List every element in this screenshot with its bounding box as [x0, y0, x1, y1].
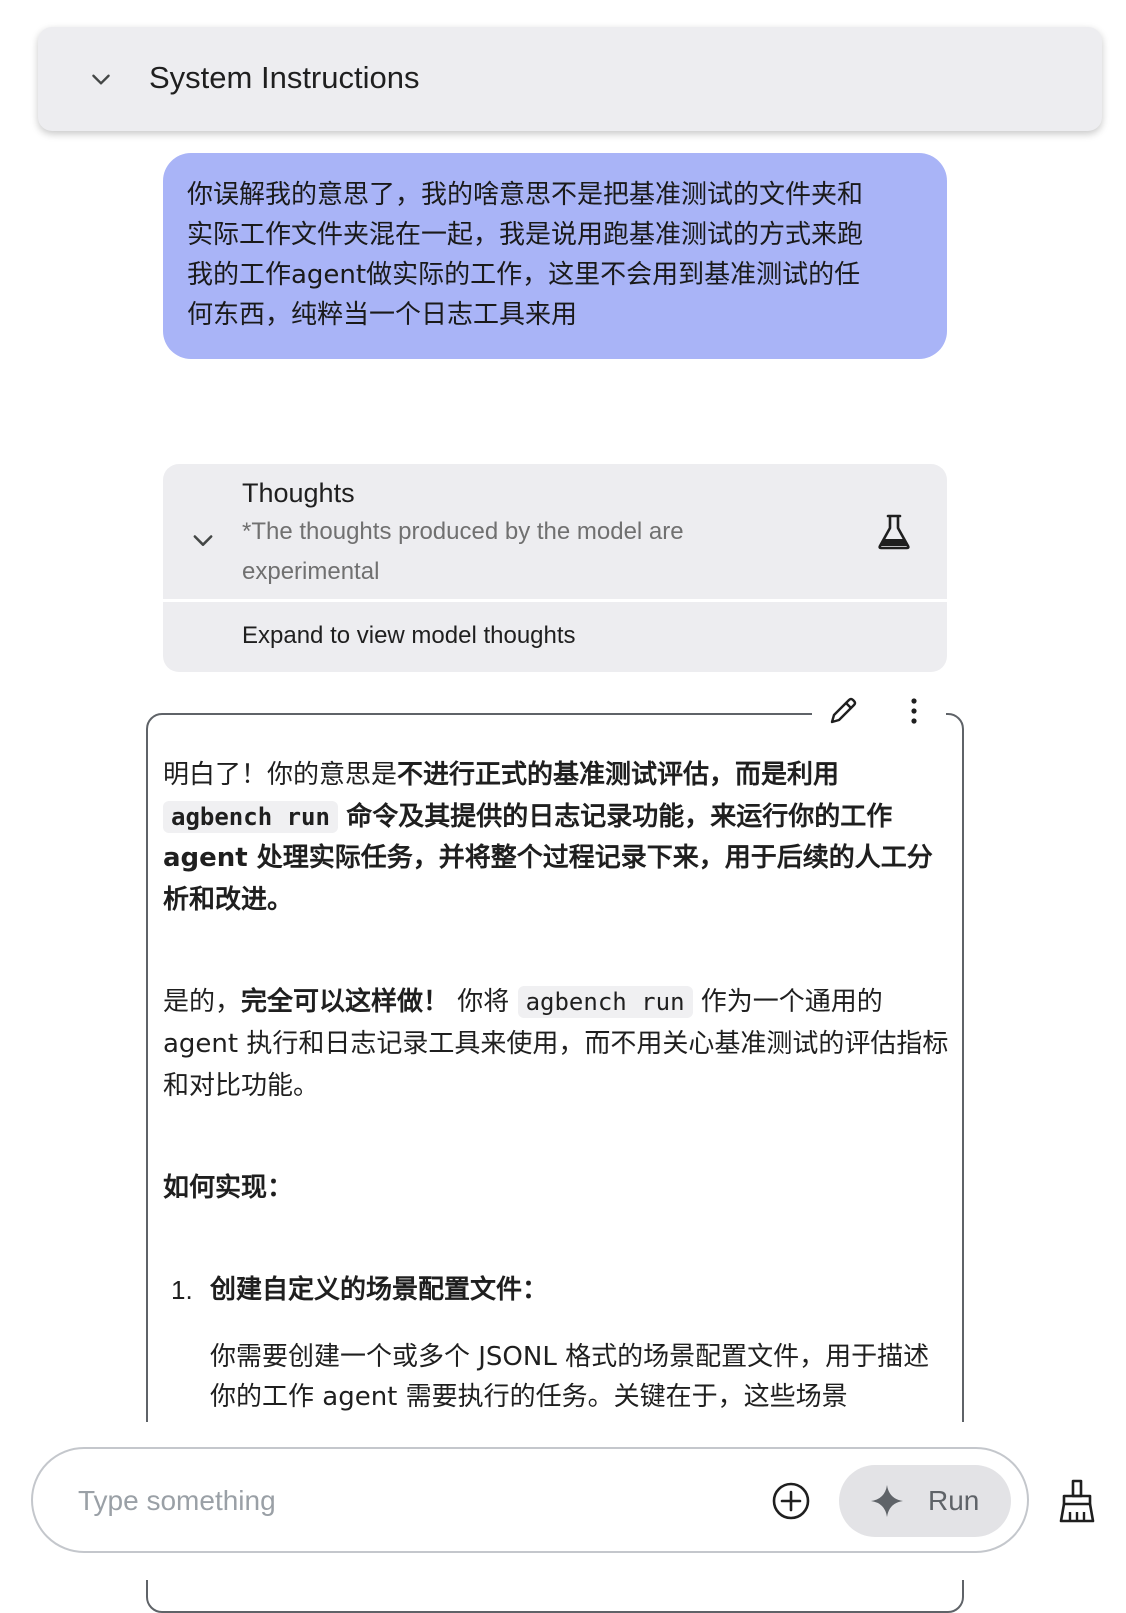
- thoughts-panel: Thoughts *The thoughts produced by the m…: [163, 464, 947, 672]
- system-instructions-title[interactable]: System Instructions: [149, 56, 419, 100]
- response-heading: 如何实现：: [163, 1173, 294, 1203]
- prompt-input-placeholder[interactable]: Type something: [78, 1482, 276, 1520]
- expand-thoughts-link[interactable]: Expand to view model thoughts: [242, 618, 576, 654]
- list-item-title: 创建自定义的场景配置文件：: [210, 1275, 549, 1305]
- user-message-bubble: 你误解我的意思了，我的啥意思不是把基准测试的文件夹和 实际工作文件夹混在一起，我…: [163, 153, 947, 359]
- response-text: 你将: [457, 987, 510, 1017]
- user-message-line: 实际工作文件夹混在一起，我是说用跑基准测试的方式来跑: [187, 220, 864, 250]
- chevron-down-icon[interactable]: [88, 66, 114, 92]
- more-vert-icon[interactable]: [904, 694, 924, 728]
- run-button[interactable]: Run: [839, 1465, 1011, 1537]
- edit-icon[interactable]: [826, 694, 860, 728]
- list-item-body: 你需要创建一个或多个 JSONL 格式的场景配置文件，用于描述你的工作 agen…: [210, 1342, 930, 1412]
- run-button-label: Run: [928, 1485, 980, 1516]
- clear-broom-icon[interactable]: [1056, 1478, 1098, 1524]
- thoughts-divider: [163, 599, 947, 602]
- response-text: 是的，: [163, 987, 242, 1017]
- list-item-number: 1.: [171, 1275, 193, 1305]
- flask-icon: [878, 514, 910, 550]
- sparkle-icon: [871, 1485, 903, 1517]
- thoughts-header[interactable]: Thoughts *The thoughts produced by the m…: [163, 464, 947, 599]
- chevron-down-icon[interactable]: [189, 526, 217, 554]
- thoughts-subtitle: *The thoughts produced by the model are …: [242, 518, 684, 585]
- add-circle-icon[interactable]: [770, 1480, 812, 1522]
- inline-code: agbench run: [517, 986, 693, 1018]
- response-bold-text: 不进行正式的基准测试评估，而是利用: [397, 760, 840, 790]
- response-paragraph: 明白了！你的意思是不进行正式的基准测试评估，而是利用 agbench run 命…: [163, 755, 953, 921]
- user-message-line: 我的工作agent做实际的工作，这里不会用到基准测试的任: [187, 260, 861, 290]
- response-text: 明白了！你的意思是: [163, 760, 398, 790]
- user-message-line: 你误解我的意思了，我的啥意思不是把基准测试的文件夹和: [187, 180, 864, 210]
- thoughts-title: Thoughts: [242, 478, 355, 508]
- response-paragraph: 是的，完全可以这样做！ 你将 agbench run 作为一个通用的 agent…: [163, 981, 953, 1107]
- user-message-line: 何东西，纯粹当一个日志工具来用: [187, 300, 578, 330]
- response-bold-text: 完全可以这样做！: [241, 987, 450, 1017]
- inline-code: agbench run: [163, 800, 338, 833]
